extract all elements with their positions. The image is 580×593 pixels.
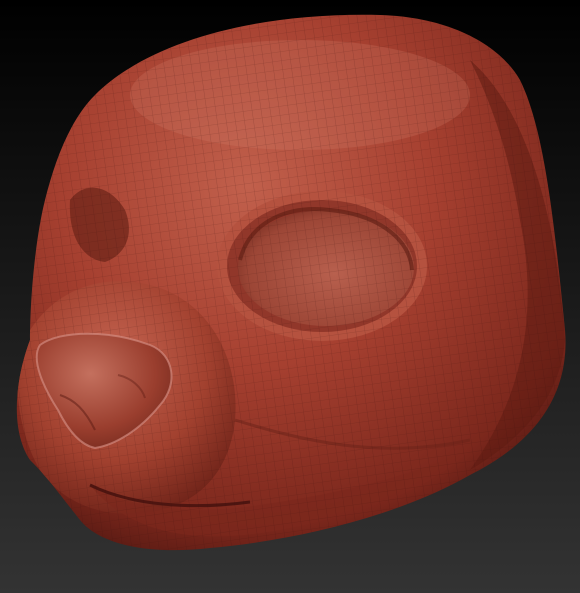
sculpt-render (0, 0, 580, 593)
3d-viewport[interactable] (0, 0, 580, 593)
